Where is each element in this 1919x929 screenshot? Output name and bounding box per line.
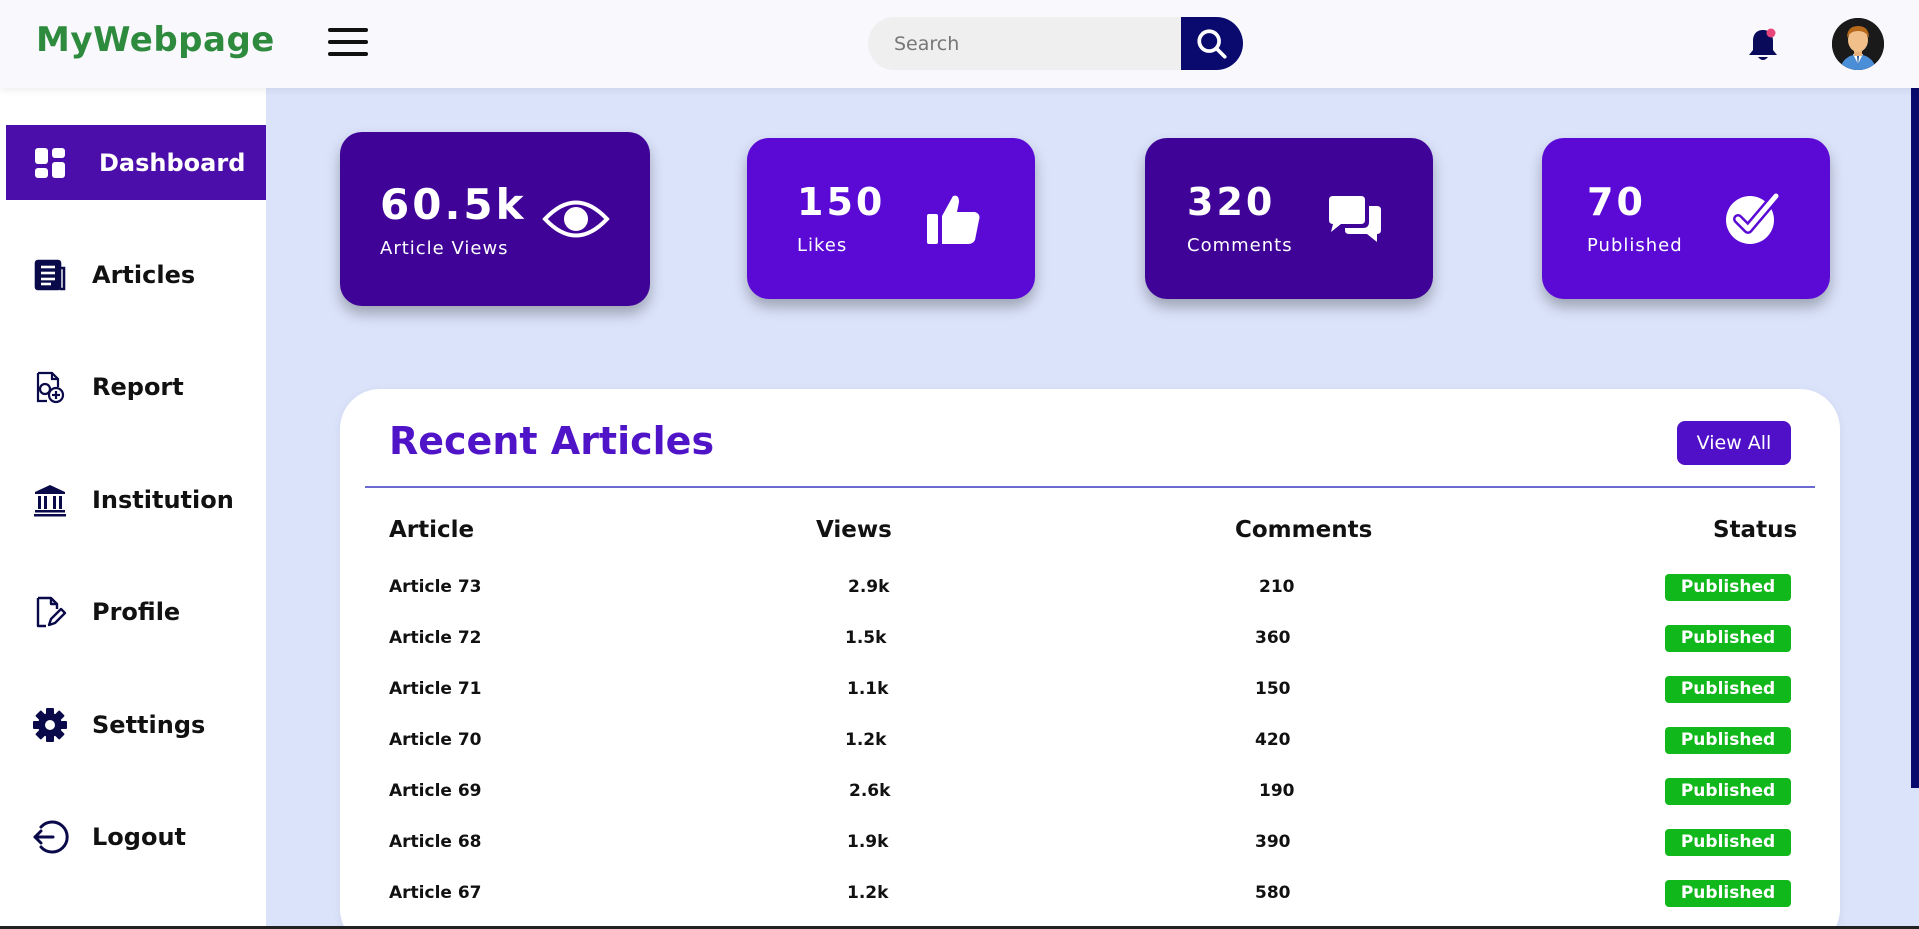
article-views: 2.6k [849, 781, 891, 801]
article-views: 1.2k [845, 730, 887, 750]
article-comments: 190 [1259, 781, 1295, 801]
search-input[interactable] [868, 17, 1186, 70]
sidebar: Dashboard Articles Report Institution Pr… [0, 88, 266, 929]
profile-icon [30, 592, 70, 632]
sidebar-item-institution[interactable]: Institution [6, 462, 266, 537]
notification-bell-icon[interactable] [1745, 26, 1781, 64]
menu-toggle-icon[interactable] [328, 28, 368, 60]
status-badge: Published [1665, 574, 1791, 601]
article-comments: 150 [1255, 679, 1291, 699]
article-views: 1.9k [847, 832, 889, 852]
article-views: 1.2k [847, 883, 889, 903]
article-name: Article 70 [389, 730, 482, 750]
check-circle-icon [1724, 190, 1782, 250]
table-row[interactable]: Article 70 1.2k 420 Published [340, 718, 1840, 769]
sidebar-item-label: Report [92, 372, 184, 401]
status-badge: Published [1665, 676, 1791, 703]
stat-value: 150 [797, 180, 886, 224]
dashboard-icon [30, 143, 70, 183]
institution-icon [30, 480, 70, 520]
article-name: Article 72 [389, 628, 482, 648]
sidebar-item-dashboard[interactable]: Dashboard [6, 125, 266, 200]
stat-card-published[interactable]: 70 Published [1542, 138, 1830, 299]
stat-card-comments[interactable]: 320 Comments [1145, 138, 1433, 299]
article-views: 1.5k [845, 628, 887, 648]
sidebar-item-label: Institution [92, 485, 234, 514]
sidebar-item-label: Dashboard [99, 148, 246, 177]
logo[interactable]: MyWebpage [36, 20, 275, 60]
thumbs-up-icon [925, 192, 981, 250]
article-views: 1.1k [847, 679, 889, 699]
table-row[interactable]: Article 67 1.2k 580 Published [340, 871, 1840, 922]
sidebar-item-settings[interactable]: Settings [6, 687, 266, 762]
status-badge: Published [1665, 880, 1791, 907]
search-bar [868, 17, 1243, 70]
sidebar-item-logout[interactable]: Logout [6, 799, 266, 874]
article-comments: 390 [1255, 832, 1291, 852]
stat-value: 70 [1587, 180, 1646, 224]
article-views: 2.9k [848, 577, 890, 597]
stat-card-likes[interactable]: 150 Likes [747, 138, 1035, 299]
article-name: Article 71 [389, 679, 482, 699]
sidebar-item-profile[interactable]: Profile [6, 574, 266, 649]
search-button[interactable] [1181, 17, 1243, 70]
table-row[interactable]: Article 68 1.9k 390 Published [340, 820, 1840, 871]
stat-value: 60.5k [380, 180, 527, 229]
article-comments: 210 [1259, 577, 1295, 597]
logout-icon [30, 817, 70, 857]
panel-title: Recent Articles [389, 419, 715, 463]
stat-label: Likes [797, 235, 848, 256]
article-name: Article 69 [389, 781, 482, 801]
comments-icon [1327, 194, 1383, 250]
table-row[interactable]: Article 71 1.1k 150 Published [340, 667, 1840, 718]
article-name: Article 67 [389, 883, 482, 903]
table-row[interactable]: Article 72 1.5k 360 Published [340, 616, 1840, 667]
avatar[interactable] [1832, 18, 1884, 70]
table-row[interactable]: Article 69 2.6k 190 Published [340, 769, 1840, 820]
report-icon [30, 367, 70, 407]
stat-label: Article Views [380, 238, 509, 259]
stat-card-views[interactable]: 60.5k Article Views [340, 132, 650, 306]
article-comments: 580 [1255, 883, 1291, 903]
column-header-views[interactable]: Views [816, 517, 892, 543]
gear-icon [30, 705, 70, 745]
status-badge: Published [1665, 829, 1791, 856]
search-icon [1197, 28, 1227, 59]
article-name: Article 68 [389, 832, 482, 852]
recent-articles-panel: Recent Articles View All Article Views C… [340, 389, 1840, 929]
sidebar-item-label: Settings [92, 710, 206, 739]
sidebar-item-report[interactable]: Report [6, 349, 266, 424]
stat-value: 320 [1187, 180, 1276, 224]
article-name: Article 73 [389, 577, 482, 597]
top-header: MyWebpage [0, 0, 1919, 88]
status-badge: Published [1665, 625, 1791, 652]
sidebar-item-label: Articles [92, 260, 196, 289]
stat-label: Published [1587, 235, 1683, 256]
divider [365, 486, 1815, 488]
articles-icon [30, 255, 70, 295]
column-header-article[interactable]: Article [389, 517, 474, 543]
sidebar-item-label: Logout [92, 822, 187, 851]
article-comments: 420 [1255, 730, 1291, 750]
table-row[interactable]: Article 73 2.9k 210 Published [340, 565, 1840, 616]
eye-icon [542, 194, 610, 248]
view-all-button[interactable]: View All [1677, 421, 1791, 465]
sidebar-item-articles[interactable]: Articles [6, 237, 266, 312]
page-scrollbar[interactable] [1911, 88, 1919, 788]
status-badge: Published [1665, 778, 1791, 805]
column-header-comments[interactable]: Comments [1235, 517, 1372, 543]
sidebar-item-label: Profile [92, 597, 181, 626]
status-badge: Published [1665, 727, 1791, 754]
stat-label: Comments [1187, 235, 1293, 256]
article-comments: 360 [1255, 628, 1291, 648]
column-header-status[interactable]: Status [1713, 517, 1797, 543]
